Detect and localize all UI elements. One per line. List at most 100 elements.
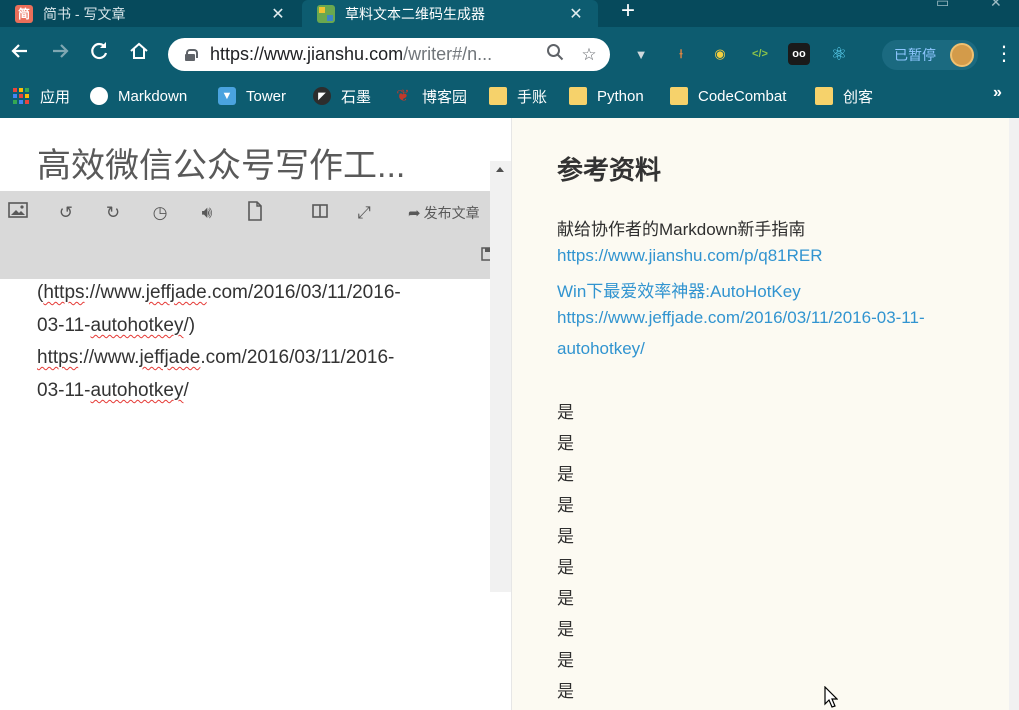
react-devtools-icon[interactable]: ⚛ [828,43,850,65]
forward-arrow-icon [53,44,69,58]
owl-extension-icon[interactable]: oo [788,43,810,65]
reload-button[interactable] [86,38,112,64]
preview-link[interactable]: Win下最爱效率神器:AutoHotKey [557,277,801,302]
editor-line: (https://www.jeffjade.com/2016/03/11/201… [37,282,401,303]
folder-icon [670,87,688,105]
jianshu-icon: 简 [15,4,33,23]
publish-button[interactable]: ➦ 发布文章 [408,203,480,223]
vimium-icon[interactable]: ▼ [630,43,652,65]
address-bar[interactable]: https://www.jianshu.com/writer#/n... ☆ [168,38,610,71]
close-icon[interactable]: ✕ [268,4,288,24]
bookmark-cnblogs[interactable]: ❦ 博客园 [394,85,467,107]
insert-image-icon[interactable] [6,201,30,225]
history-clock-icon[interactable]: ◷ [148,201,172,225]
new-document-icon[interactable] [243,201,267,225]
cnblogs-icon: ❦ [396,88,410,105]
qr-generator-icon [317,4,335,23]
bookmark-label: 石墨 [341,88,372,106]
tab-title: 简书 - 写文章 [43,5,126,22]
editor-line: 03-11-autohotkey/ [37,380,189,401]
close-window-icon[interactable]: ✕ [990,0,1002,11]
profile-status: 已暂停 [894,47,936,63]
article-title-input[interactable]: 高效微信公众号写作工... [37,138,405,187]
preview-text: 是 [557,682,574,701]
apps-grid-icon [12,87,30,105]
page-scrollbar[interactable] [1009,118,1019,710]
editor-toolbar: ↺ ↻ ◷ 🔊︎ ⤢ ➦ 发布文章 [0,191,511,279]
preview-text: 是 [557,651,574,670]
shimo-icon: ◤ [313,87,331,105]
bookmark-folder-python[interactable]: Python [569,85,644,107]
tower-icon: ▼ [218,87,236,105]
bookmark-label: Python [597,87,644,105]
minimize-icon[interactable]: ▭ [936,0,949,11]
markdown-icon [90,87,108,105]
split-view-icon[interactable] [308,201,332,225]
zoom-search-icon[interactable] [542,43,568,66]
bookmark-label: 博客园 [422,88,468,106]
bookmark-label: 手账 [517,88,548,106]
home-icon [130,42,148,59]
preview-text: 是 [557,620,574,639]
bookmark-markdown[interactable]: Markdown [90,85,187,107]
bookmarks-bar: 应用 Markdown ▼ Tower ◤ 石墨 ❦ 博客园 手账 Python… [0,74,1019,118]
preview-text: 是 [557,558,574,577]
code-extension-icon[interactable]: </> [749,43,771,65]
back-arrow-icon [11,44,27,58]
fullscreen-icon[interactable]: ⤢ [352,201,376,225]
back-button[interactable] [7,38,33,64]
preview-text: 献给协作者的Markdown新手指南 [557,220,806,239]
preview-text: 是 [557,434,574,453]
bookmark-folder-chuangke[interactable]: 创客 [815,85,873,107]
tab-title: 草料文本二维码生成器 [345,5,485,22]
preview-link[interactable]: autohotkey/ [557,339,645,359]
bookmark-tower[interactable]: ▼ Tower [218,85,286,107]
preview-text: 是 [557,465,574,484]
undo-icon[interactable]: ↺ [54,201,78,225]
git-extension-icon[interactable]: ⟊ [670,43,692,65]
bookmark-folder-codecombat[interactable]: CodeCombat [670,85,786,107]
editor-line: https://www.jeffjade.com/2016/03/11/2016… [37,347,395,368]
preview-link[interactable]: https://www.jianshu.com/p/q81RER [557,246,823,266]
preview-text: 是 [557,589,574,608]
lock-icon [185,48,198,61]
markdown-textarea[interactable]: (https://www.jeffjade.com/2016/03/11/201… [0,279,490,710]
reload-icon [91,42,108,60]
profile-button[interactable]: 已暂停 [882,40,978,70]
folder-icon [569,87,587,105]
audio-icon[interactable]: 🔊︎ [195,201,219,225]
extension-globe-icon[interactable]: ◉ [709,43,731,65]
close-icon[interactable]: ✕ [566,4,586,24]
editor-pane: 高效微信公众号写作工... ↺ ↻ ◷ 🔊︎ ⤢ ➦ 发布文章 (https:/… [0,118,511,710]
preview-text: 是 [557,527,574,546]
preview-pane: 参考资料 献给协作者的Markdown新手指南 https://www.jian… [511,118,1009,710]
bookmark-label: 创客 [843,88,874,106]
preview-link[interactable]: https://www.jeffjade.com/2016/03/11/2016… [557,308,925,328]
bookmark-label: CodeCombat [698,87,787,105]
tab-qr-generator[interactable]: 草料文本二维码生成器 ✕ [302,0,598,27]
scroll-up-arrow-icon[interactable] [496,167,504,172]
bookmark-star-icon[interactable]: ☆ [576,45,602,65]
tab-jianshu[interactable]: 简 简书 - 写文章 ✕ [0,0,300,27]
bookmark-label: Markdown [118,87,188,105]
bookmarks-overflow-icon[interactable]: » [993,84,1002,102]
editor-scrollbar[interactable] [490,161,511,592]
new-tab-button[interactable]: + [616,0,640,24]
bookmark-folder-shouzhang[interactable]: 手账 [489,85,547,107]
bookmark-apps[interactable]: 应用 [12,85,70,107]
redo-icon[interactable]: ↻ [101,201,125,225]
preview-text: 是 [557,496,574,515]
forward-button[interactable] [47,38,73,64]
home-button[interactable] [126,38,152,64]
publish-label: 发布文章 [423,205,480,221]
tab-strip: 简 简书 - 写文章 ✕ 草料文本二维码生成器 ✕ + ▭ ✕ [0,0,1019,27]
avatar [950,43,974,67]
editor-line: 03-11-autohotkey/) [37,315,196,336]
preview-heading: 参考资料 [557,155,662,185]
menu-kebab-icon[interactable]: ⋮ [994,41,1014,67]
url-text: https://www.jianshu.com/writer#/n... [210,44,493,64]
bookmark-shimo[interactable]: ◤ 石墨 [313,85,371,107]
bookmark-label: 应用 [40,88,71,106]
folder-icon [815,87,833,105]
share-arrow-icon: ➦ [408,205,421,222]
